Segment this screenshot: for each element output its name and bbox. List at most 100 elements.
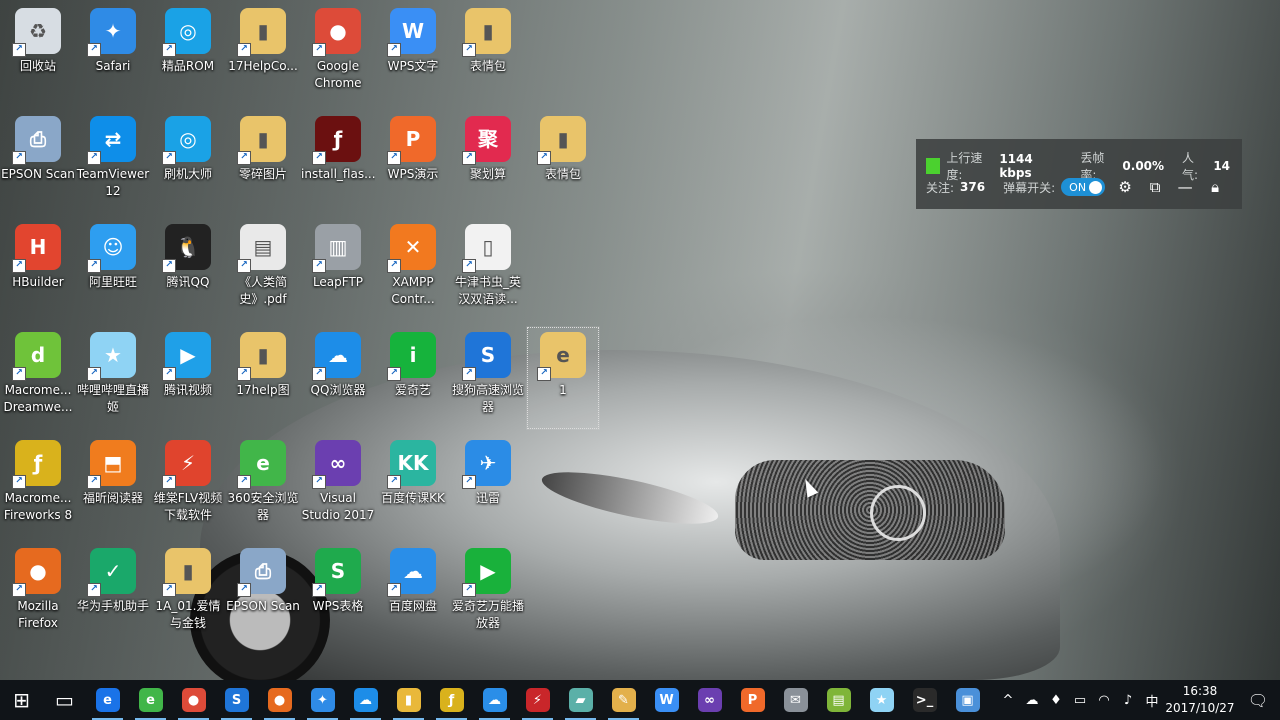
task-view-button[interactable]: ▭ [43,680,86,720]
desktop-icon[interactable]: ◎ ↗ 刷机大师 [151,110,225,214]
taskbar-app-red[interactable]: ⚡ [516,680,559,720]
teamviewer-icon: ⇄ ↗ [87,116,136,165]
taskbar-edge[interactable]: e [86,680,129,720]
tray-chevron[interactable]: ^ [996,680,1020,720]
desktop-icon[interactable]: ƒ ↗ install_flas... [301,110,375,214]
bilibili-live-icon: ★ ↗ [87,332,136,381]
juhuasuan-icon: 聚 ↗ [462,116,511,165]
taskbar-baidu-netdisk[interactable]: ☁ [473,680,516,720]
desktop-icon[interactable]: i ↗ 爱奇艺 [376,326,450,430]
desktop-icon[interactable]: e ↗ 1 [526,326,600,430]
shortcut-arrow-icon: ↗ [537,151,551,165]
desktop-icon[interactable]: ▥ ↗ LeapFTP [301,218,375,322]
desktop-icon[interactable]: ▮ ↗ 表情包 [526,110,600,214]
taskbar-fireworks[interactable]: ƒ [430,680,473,720]
desktop-icon[interactable]: ☁ ↗ QQ浏览器 [301,326,375,430]
desktop-icon[interactable]: ▮ ↗ 17help图 [226,326,300,430]
desktop-icon[interactable]: ∞ ↗ Visual Studio 2017 [301,434,375,538]
tray-qq[interactable]: ♦ [1044,680,1068,720]
window-switch-icon[interactable]: ⧉ [1145,177,1165,197]
blank-file-icon: ▯ ↗ [462,224,511,273]
desktop-icon-label: install_flas... [301,167,375,181]
taskbar-notes[interactable]: ▰ [559,680,602,720]
desktop-icon[interactable]: ● ↗ Mozilla Firefox [1,542,75,646]
desktop-icon[interactable]: 🐧 ↗ 腾讯QQ [151,218,225,322]
desktop-icon[interactable]: ☁ ↗ 百度网盘 [376,542,450,646]
taskbar-visual-studio[interactable]: ∞ [688,680,731,720]
folder-icon: ▮ [396,688,421,712]
folder-icon: ▮ ↗ [162,548,211,597]
desktop-icon[interactable]: P ↗ WPS演示 [376,110,450,214]
desktop-icon-label: 搜狗高速浏览器 [451,383,524,414]
desktop-icon[interactable]: ✓ ↗ 华为手机助手 [76,542,150,646]
minimize-icon[interactable]: — [1175,177,1195,197]
desktop-icon[interactable]: ☺ ↗ 阿里旺旺 [76,218,150,322]
tray-battery[interactable]: ▭ [1068,680,1092,720]
taskbar-qq-browser[interactable]: ☁ [344,680,387,720]
desktop-icon[interactable]: ◎ ↗ 精品ROM [151,2,225,106]
desktop-icon[interactable]: W ↗ WPS文字 [376,2,450,106]
desktop-icon[interactable]: ▮ ↗ 1A_01.爱情与金钱 [151,542,225,646]
desktop-icon[interactable]: ▶ ↗ 爱奇艺万能播放器 [451,542,525,646]
desktop-icon[interactable]: ⎙ ↗ EPSON Scan [226,542,300,646]
desktop-icon[interactable]: ▯ ↗ 牛津书虫_英汉双语读... [451,218,525,322]
tray-wifi[interactable]: ◠ [1092,680,1116,720]
taskbar-paint[interactable]: ✎ [602,680,645,720]
huawei-assistant-icon: ✓ ↗ [87,548,136,597]
taskbar-wps-writer[interactable]: W [645,680,688,720]
desktop-icon[interactable]: ⚡ ↗ 维棠FLV视频下载软件 [151,434,225,538]
taskbar-mail[interactable]: ✉ [774,680,817,720]
desktop-icon[interactable]: ✦ ↗ Safari [76,2,150,106]
desktop-icon[interactable]: ✕ ↗ XAMPP Contr... [376,218,450,322]
desktop-icon[interactable]: ▤ ↗ 《人类简史》.pdf [226,218,300,322]
taskbar-notepad[interactable]: ▤ [817,680,860,720]
desktop-icon-label: 百度传课KK [381,491,445,505]
tray-app-1[interactable]: ☁ [1020,680,1044,720]
desktop-icon[interactable]: ▮ ↗ 17HelpCo... [226,2,300,106]
desktop-icon[interactable]: ● ↗ Google Chrome [301,2,375,106]
desktop-icon[interactable]: e ↗ 360安全浏览器 [226,434,300,538]
desktop-icon[interactable]: ▮ ↗ 表情包 [451,2,525,106]
desktop-icon[interactable]: 聚 ↗ 聚划算 [451,110,525,214]
desktop-icon[interactable]: ★ ↗ 哔哩哔哩直播姬 [76,326,150,430]
desktop-icon[interactable]: ▮ ↗ 零碎图片 [226,110,300,214]
taskbar-safari[interactable]: ✦ [301,680,344,720]
clock[interactable]: 16:38 2017/10/27 [1164,683,1236,717]
desktop-icon[interactable]: d ↗ Macrome... Dreamwe... [1,326,75,430]
desktop-icon[interactable]: ⇄ ↗ TeamViewer 12 [76,110,150,214]
desktop-icon[interactable]: H ↗ HBuilder [1,218,75,322]
desktop-icon-label: Safari [95,59,131,73]
desktop-icon[interactable]: ⬒ ↗ 福昕阅读器 [76,434,150,538]
tray-volume[interactable]: ♪ [1116,680,1140,720]
desktop-icon-label: 《人类简史》.pdf [238,275,287,306]
start-button[interactable]: ⊞ [0,680,43,720]
desktop-icon[interactable]: S ↗ 搜狗高速浏览器 [451,326,525,430]
taskbar-terminal[interactable]: >_ [903,680,946,720]
desktop-icon[interactable]: ⎙ ↗ EPSON Scan [1,110,75,214]
taskbar-firefox[interactable]: ● [258,680,301,720]
desktop-icon[interactable]: ▶ ↗ 腾讯视频 [151,326,225,430]
desktop-icon[interactable]: ✈ ↗ 迅雷 [451,434,525,538]
shortcut-arrow-icon: ↗ [237,583,251,597]
desktop-icon-label: EPSON Scan [226,599,300,613]
taskbar-file-explorer[interactable]: ▮ [387,680,430,720]
action-center-icon[interactable]: 🗨︎ [1236,680,1280,720]
taskbar-chrome[interactable]: ● [172,680,215,720]
taskbar-sogou[interactable]: S [215,680,258,720]
taskbar-wps-presentation[interactable]: P [731,680,774,720]
danmaku-toggle[interactable]: ON [1061,178,1106,196]
stream-stats-panel[interactable]: 上行速度: 1144 kbps 丢帧率: 0.00% 人气: 14 关注: 37… [916,139,1242,209]
taskbar-360-browser[interactable]: e [129,680,172,720]
tray-ime[interactable]: 中 [1140,680,1164,720]
desktop-icon[interactable]: S ↗ WPS表格 [301,542,375,646]
desktop-icon[interactable]: KK ↗ 百度传课KK [376,434,450,538]
shortcut-arrow-icon: ↗ [87,43,101,57]
shortcut-arrow-icon: ↗ [12,367,26,381]
taskbar-remote[interactable]: ▣ [946,680,989,720]
shortcut-arrow-icon: ↗ [12,475,26,489]
desktop-icon[interactable]: ƒ ↗ Macrome... Fireworks 8 [1,434,75,538]
taskbar-bilibili-live[interactable]: ★ [860,680,903,720]
settings-gear-icon[interactable]: ⚙ [1115,177,1135,197]
lock-icon[interactable]: 🔒︎ [1205,177,1225,197]
desktop-icon[interactable]: ♻ ↗ 回收站 [1,2,75,106]
